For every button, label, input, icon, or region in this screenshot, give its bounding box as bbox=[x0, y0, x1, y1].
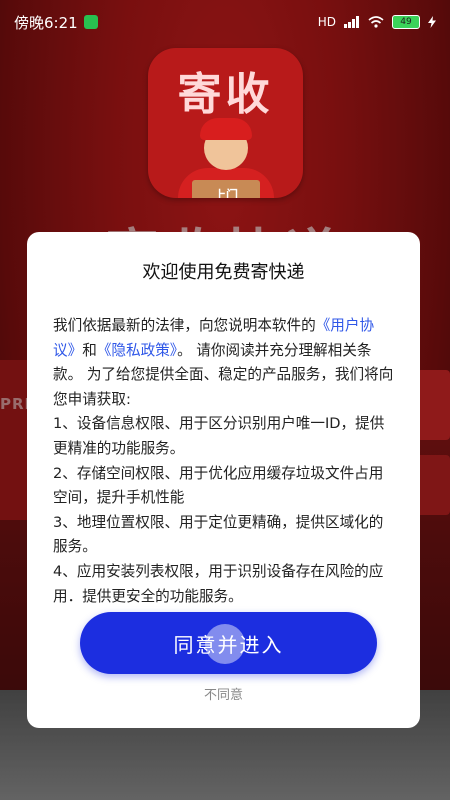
permission-item: 3、地理位置权限、用于定位更精确，提供区域化的服务。 bbox=[53, 513, 384, 556]
permission-item: 1、设备信息权限、用于区分识别用户唯一ID，提供更精准的功能服务。 bbox=[53, 415, 385, 457]
courier-parcel-label: 上门 bbox=[192, 180, 260, 198]
wifi-icon bbox=[368, 16, 384, 28]
and-text: 和 bbox=[82, 341, 97, 359]
permission-item: 4、应用安装列表权限，用于识别设备存在风险的应用．提供更安全的功能服务。 bbox=[53, 562, 384, 605]
touch-indicator bbox=[205, 624, 245, 664]
app-icon: 寄收 上门 bbox=[148, 48, 303, 198]
courier-cap-illustration bbox=[200, 118, 252, 140]
dialog-body: 我们依据最新的法律，向您说明本软件的《用户协议》和《隐私政策》。 请你阅读并充分… bbox=[53, 314, 394, 609]
signal-icon bbox=[344, 16, 359, 28]
permission-item: 2、存储空间权限、用于优化应用缓存垃圾文件占用空间，提升手机性能 bbox=[53, 464, 384, 507]
status-time-group: 傍晚6:21 bbox=[14, 12, 98, 33]
charging-icon bbox=[428, 16, 436, 28]
status-icons: HD 49 bbox=[318, 15, 436, 29]
intro-paragraph: 我们依据最新的法律，向您说明本软件的《用户协议》和《隐私政策》。 请你阅读并充分… bbox=[53, 314, 394, 412]
dialog-title: 欢迎使用免费寄快递 bbox=[142, 262, 305, 283]
battery-icon: 49 bbox=[392, 15, 420, 29]
disagree-button[interactable]: 不同意 bbox=[27, 684, 420, 703]
notification-app-icon bbox=[83, 15, 98, 29]
privacy-policy-link[interactable]: 《隐私政策》 bbox=[97, 342, 177, 359]
network-type: HD bbox=[317, 15, 336, 29]
intro-prefix: 我们依据最新的法律，向您说明本软件的 bbox=[53, 317, 316, 334]
status-time: 傍晚6:21 bbox=[14, 13, 78, 32]
privacy-consent-dialog: 欢迎使用免费寄快递 我们依据最新的法律，向您说明本软件的《用户协议》和《隐私政策… bbox=[27, 232, 420, 728]
status-bar: 傍晚6:21 HD 49 bbox=[0, 0, 450, 44]
app-icon-title: 寄收 bbox=[177, 69, 274, 120]
